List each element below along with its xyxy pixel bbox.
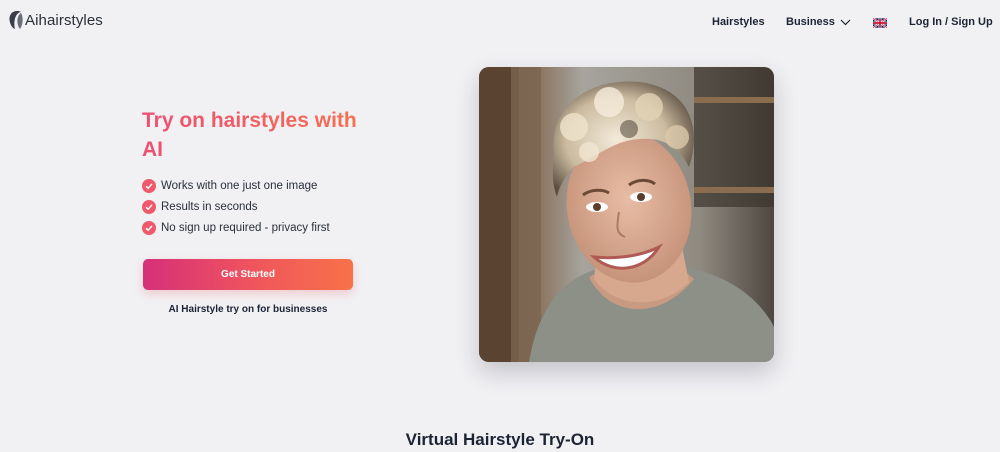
list-item: Works with one just one image	[142, 175, 330, 196]
check-icon	[142, 199, 156, 214]
section-title: Virtual Hairstyle Try-On	[405, 430, 595, 449]
list-item: Results in seconds	[142, 196, 330, 217]
feature-list: Works with one just one image Results in…	[142, 175, 330, 238]
uk-flag-icon[interactable]	[873, 18, 887, 28]
chevron-down-icon	[840, 19, 851, 25]
check-icon	[142, 220, 156, 235]
feature-text: Results in seconds	[161, 200, 258, 213]
nav-business[interactable]: Business	[786, 16, 851, 28]
hero-title: Try on hairstyles with AI	[142, 106, 382, 164]
feature-text: No sign up required - privacy first	[161, 221, 330, 234]
feature-text: Works with one just one image	[161, 179, 318, 192]
logo[interactable]: Aihairstyles	[8, 10, 103, 30]
hero-image	[479, 67, 774, 362]
site-header: Aihairstyles Hairstyles Business Log In …	[0, 0, 1000, 46]
nav-hairstyles[interactable]: Hairstyles	[712, 16, 765, 28]
list-item: No sign up required - privacy first	[142, 217, 330, 238]
login-signup-link[interactable]: Log In / Sign Up	[909, 16, 993, 28]
logo-icon	[9, 11, 23, 29]
get-started-button[interactable]: Get Started	[143, 259, 353, 290]
logo-text: Aihairstyles	[25, 11, 103, 29]
business-tryon-link[interactable]: AI Hairstyle try on for businesses	[143, 304, 353, 315]
nav-business-label: Business	[786, 16, 835, 28]
woman-portrait-image	[479, 67, 774, 362]
check-icon	[142, 178, 156, 193]
